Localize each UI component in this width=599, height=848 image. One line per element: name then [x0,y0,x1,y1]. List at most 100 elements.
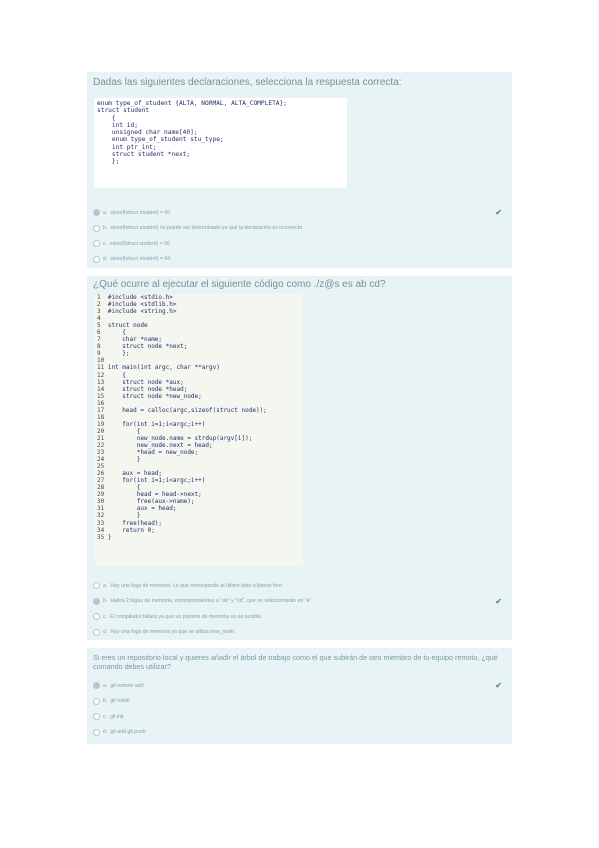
code-text: { [107,484,141,492]
answer-option-c[interactable]: c. git init [93,709,506,725]
question-card-1: Dadas las siguientes declaraciones, sele… [87,72,512,268]
code-text: struct node *aux; [107,378,184,386]
line-number: 3 [97,308,108,316]
option-text: git add git push [110,729,146,736]
answer-option-c[interactable]: c. sizeof(struct student) = 56 [93,236,506,252]
code-line: 5 struct node [97,322,301,329]
line-number: 31 [97,505,108,513]
code-line: 13 struct node *aux; [97,379,301,386]
code-line: 1 #include <stdio.h> [97,294,301,301]
line-number: 27 [97,477,108,485]
code-block: 1 #include <stdio.h> 2 #include <stdlib.h… [95,294,303,566]
code-text: } [107,456,141,464]
question-text: Dadas las siguientes declaraciones, sele… [93,77,402,88]
line-number: 24 [97,456,108,464]
option-letter: d. [103,729,108,736]
code-text: } [107,512,141,520]
radio-button[interactable] [93,209,100,217]
line-number: 6 [97,329,108,337]
option-text: Hay una fuga de memoria ya que se utiliz… [110,629,236,636]
radio-button[interactable] [93,224,100,232]
code-line: 12 { [97,372,301,379]
code-line: 32 } [97,512,301,519]
radio-button[interactable] [93,682,100,690]
radio-button[interactable] [93,628,100,636]
answer-options: a. sizeof(struct student) = 60 ✔ b. sizeof(s… [93,205,506,267]
check-icon: ✔ [495,208,502,217]
code-line: 28 { [97,484,301,491]
option-text: Hay una fuga de memoria. Lo que correspo… [110,582,284,589]
code-text: { [107,371,126,379]
code-line: 25 [97,463,301,470]
line-number: 22 [97,441,108,449]
answer-option-a[interactable]: a. sizeof(struct student) = 60 ✔ [93,205,506,221]
code-text: for(int i=1;i<argc;i++) [107,420,206,428]
radio-button[interactable] [93,240,100,248]
line-number: 18 [97,413,108,421]
code-line: { [97,114,116,122]
answer-option-b[interactable]: b. sizeof(struct student) no puede ser de… [93,221,506,237]
code-text: char *name; [107,336,163,344]
answer-option-d[interactable]: d. Hay una fuga de memoria ya que se util… [93,625,506,641]
code-line: 31 aux = head; [97,505,301,512]
question-card-2: ¿Qué ocurre al ejecutar el siguiente cód… [87,276,512,640]
code-line: 34 return 0; [97,527,301,534]
line-number: 25 [97,463,108,471]
line-number: 4 [97,315,108,323]
code-line: 30 free(aux->name); [97,498,301,505]
code-line: 9 }; [97,350,301,357]
answer-option-a[interactable]: a. Hay una fuga de memoria. Lo que corres… [93,578,506,594]
code-line: 18 [97,414,301,421]
code-text: new_node.next = head; [107,441,213,449]
radio-button[interactable] [93,697,100,705]
code-line: unsigned char name[40]; [97,129,198,137]
radio-button[interactable] [93,597,100,605]
code-block: enum type_of_student {ALTA, NORMAL, ALTA… [94,98,347,188]
answer-option-c[interactable]: c. El compilador fallará ya que un punter… [93,609,506,625]
code-line: enum type_of_student stu_type; [97,136,224,144]
check-icon: ✔ [495,596,502,606]
code-text: struct node [107,322,148,330]
line-number: 32 [97,512,108,520]
option-letter: c. [103,240,108,247]
code-line: 2 #include <stdlib.h> [97,301,301,308]
code-text: head = calloc(argc,sizeof(struct node)); [107,406,267,414]
code-text: aux = head; [107,505,177,513]
answer-option-d[interactable]: d. git add git push [93,725,506,741]
radio-button[interactable] [93,613,100,621]
answer-option-b[interactable]: b. git mkdir [93,694,506,710]
line-number: 9 [97,350,108,358]
answer-option-a[interactable]: a. git remote add ✔ [93,678,506,694]
line-number: 30 [97,498,108,506]
code-line: 24 } [97,456,301,463]
code-line: 4 [97,315,301,322]
radio-button[interactable] [93,728,100,736]
question-card-3: Si eres un repositorio local y quieres a… [87,648,512,744]
code-text: #include <stdio.h> [107,294,173,301]
option-text: git init [110,713,124,720]
code-line: 8 struct node *next; [97,343,301,350]
code-line: }; [97,158,120,166]
radio-button[interactable] [93,713,100,721]
radio-button[interactable] [93,255,100,263]
option-text: sizeof(struct student) = 60 [110,209,171,216]
answer-option-d[interactable]: d. sizeof(struct student) = 64 [93,252,506,268]
code-line: 26 aux = head; [97,470,301,477]
code-line: 21 new_node.name = strdup(argv[i]); [97,435,301,442]
line-number: 26 [97,470,108,478]
option-letter: c. [103,613,108,620]
line-number: 8 [97,343,108,351]
code-text: #include <stdlib.h> [107,301,177,309]
option-text: sizeof(struct student) = 56 [110,240,170,247]
code-line: enum type_of_student {ALTA, NORMAL, ALTA… [97,100,287,107]
code-line: struct student [97,107,150,115]
line-number: 19 [97,420,108,428]
answer-option-b[interactable]: b. Habrá 2 fugas de memoria, correspondie… [93,594,506,610]
radio-button[interactable] [93,582,100,590]
line-number: 28 [97,484,108,492]
code-line: 16 [97,400,301,407]
code-text: new_node.name = strdup(argv[i]); [107,434,253,442]
option-text: git remote add [110,682,144,689]
code-line: 27 for(int i=1;i<argc;i++) [97,477,301,484]
code-line: int ptr_int; [97,143,157,151]
